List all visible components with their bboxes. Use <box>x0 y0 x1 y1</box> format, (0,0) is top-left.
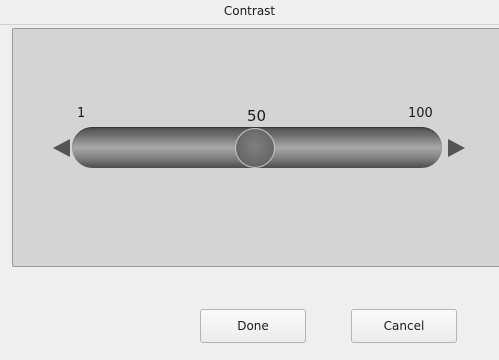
dialog-title: Contrast <box>223 4 276 18</box>
contrast-dialog: Contrast 1 50 100 Done Cancel <box>0 0 499 360</box>
slider-min-label: 1 <box>77 106 86 121</box>
title-bar: Contrast <box>0 0 499 25</box>
slider-value-label: 50 <box>247 107 267 125</box>
done-button[interactable]: Done <box>200 309 306 343</box>
arrow-right-icon[interactable] <box>448 139 465 157</box>
cancel-button[interactable]: Cancel <box>351 309 457 343</box>
slider-max-label: 100 <box>408 106 433 121</box>
arrow-left-icon[interactable] <box>53 139 70 157</box>
